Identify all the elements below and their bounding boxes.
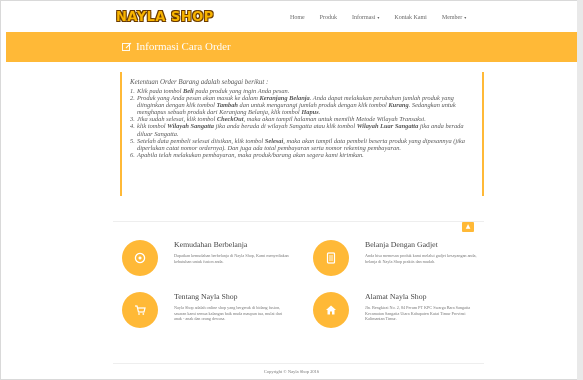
nav-informasi[interactable]: Informasi ▾ bbox=[352, 15, 379, 21]
order-rule-text: dan untuk mengurangi jumlah produk denga… bbox=[237, 102, 389, 110]
order-rule-text: . bbox=[318, 109, 321, 117]
order-rule-text: Produk yang Anda pesan akan masuk ke dal… bbox=[137, 95, 260, 103]
divider bbox=[113, 221, 484, 222]
order-rule-keyword: Beli bbox=[182, 88, 194, 95]
order-rule-text: jika anda berada di wilayah Sangatta ata… bbox=[214, 123, 357, 131]
order-rule-text: Setelah data pembeli selesai diisikan, k… bbox=[137, 137, 265, 145]
main-nav: Home Produk Informasi ▾ Kontak Kami Membe… bbox=[290, 15, 481, 21]
scrollbar-gutter bbox=[577, 0, 583, 380]
logo-text[interactable]: NAYLA SHOP bbox=[116, 10, 214, 25]
order-rule-number: 3. bbox=[130, 116, 135, 124]
order-rule-text: Klik pada tombol bbox=[137, 88, 183, 95]
nav-home[interactable]: Home bbox=[290, 15, 305, 21]
cart-icon bbox=[122, 292, 158, 328]
page-title-text: Informasi Cara Order bbox=[136, 41, 231, 53]
nav-label: Produk bbox=[319, 15, 338, 21]
order-rule-keyword: Selesai bbox=[264, 137, 284, 145]
logo[interactable]: NAYLA SHOP bbox=[116, 8, 214, 27]
order-rule-number: 6. bbox=[130, 151, 135, 159]
nav-label: Member bbox=[441, 15, 463, 21]
order-rule-keyword: Tambah bbox=[216, 102, 238, 110]
feature-title: Belanja Dengan Gadjet bbox=[365, 240, 438, 249]
chevron-up-icon: ▲ bbox=[465, 223, 471, 230]
order-intro: Ketentuan Order Barang adalah sebagai be… bbox=[130, 79, 269, 86]
order-rule-keyword: Kurang bbox=[388, 102, 409, 110]
nav-label: Kontak Kami bbox=[394, 15, 427, 21]
order-rule-number: 4. bbox=[130, 123, 135, 131]
order-rule-item: 2. Produk yang Anda pesan akan masuk ke d… bbox=[130, 95, 475, 116]
nav-kontak-kami[interactable]: Kontak Kami bbox=[394, 15, 427, 21]
order-rule-keyword: Wilayah Sangatta bbox=[167, 123, 214, 131]
order-rule-item: 6. Apabila telah melakukan pembayaran, ma… bbox=[130, 152, 475, 159]
order-rule-keyword: Hapus bbox=[301, 109, 319, 117]
feature-desc: Anda bisa memesan produk kami melalui ga… bbox=[365, 253, 477, 264]
navbar: NAYLA SHOP Home Produk Informasi ▾ Kontak… bbox=[6, 6, 577, 32]
order-rule-text: Jika sudah selesai, klik tombol bbox=[137, 116, 217, 124]
order-rule-item: 4. klik tombol Wilayah Sangatta jika anda… bbox=[130, 123, 475, 137]
edit-icon bbox=[122, 42, 132, 52]
caret-down-icon: ▾ bbox=[464, 15, 467, 20]
order-info-box: Ketentuan Order Barang adalah sebagai be… bbox=[120, 72, 484, 196]
tablet-icon bbox=[313, 240, 349, 276]
feature-desc: Nayla Shop adalah online shop yang berge… bbox=[174, 305, 283, 322]
order-rule-text: Apabila telah melakukan pembayaran, maka… bbox=[137, 151, 364, 159]
page-title: Informasi Cara Order bbox=[122, 41, 231, 53]
order-rule-keyword: Wilayah Luar Sangatta bbox=[356, 123, 419, 131]
feature-title: Tentang Nayla Shop bbox=[174, 292, 238, 301]
nav-member[interactable]: Member ▾ bbox=[442, 15, 466, 21]
order-rule-text: , maka akan tampil halaman untuk memilih… bbox=[243, 116, 426, 124]
home-icon bbox=[313, 292, 349, 328]
target-icon bbox=[122, 240, 158, 276]
feature-title: Kemudahan Berbelanja bbox=[174, 240, 248, 249]
footer-divider bbox=[113, 363, 484, 364]
order-rule-item: 3. Jika sudah selesai, klik tombol CheckO… bbox=[130, 116, 475, 123]
order-rules-list: 1. Klik pada tombol Beli pada produk yang… bbox=[130, 88, 475, 159]
copyright: Copyright © Nayla Shop 2016 bbox=[263, 369, 320, 374]
caret-down-icon: ▾ bbox=[377, 15, 380, 20]
feature-title: Alamat Nayla Shop bbox=[365, 292, 427, 301]
scroll-top-button[interactable]: ▲ bbox=[462, 222, 474, 232]
order-rule-keyword: Keranjang Belanja bbox=[259, 95, 310, 103]
header-band: Informasi Cara Order bbox=[6, 32, 577, 62]
feature-desc: Jln. Bengkirai No. 2, 84 Perum PT KPC Sw… bbox=[365, 305, 471, 322]
nav-produk[interactable]: Produk bbox=[320, 15, 337, 21]
order-rule-number: 2. bbox=[130, 95, 135, 103]
order-rule-keyword: CheckOut bbox=[216, 116, 244, 124]
order-rule-number: 1. bbox=[130, 88, 135, 95]
nav-label: Informasi bbox=[352, 15, 376, 21]
order-rule-item: 5. Setelah data pembeli selesai diisikan,… bbox=[130, 138, 475, 152]
nav-label: Home bbox=[290, 15, 305, 21]
feature-desc: Dapatkan kemudahan berbelanja di Nayla S… bbox=[174, 253, 289, 264]
order-rule-item: 1. Klik pada tombol Beli pada produk yang… bbox=[130, 88, 475, 95]
order-rule-text: klik tombol bbox=[137, 123, 168, 131]
order-rule-text: pada produk yang ingin Anda pesan. bbox=[193, 88, 290, 95]
order-rule-number: 5. bbox=[130, 137, 135, 145]
